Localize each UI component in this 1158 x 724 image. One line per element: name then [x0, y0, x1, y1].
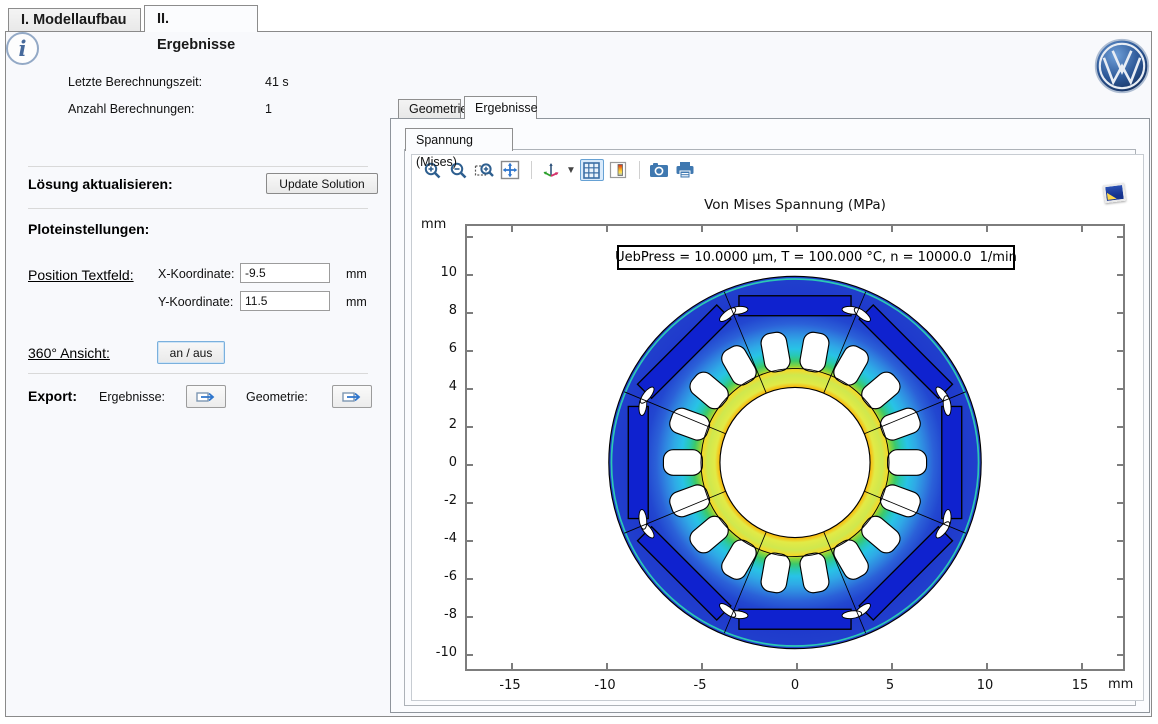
x-tick-label: 15: [1060, 678, 1100, 693]
results-groupbox: Spannung (Mises): [390, 118, 1150, 713]
divider: [28, 166, 368, 167]
x-tick-label: -10: [585, 678, 625, 693]
axis-dropdown-caret[interactable]: ▼: [566, 165, 576, 176]
x-tick-label: 10: [965, 678, 1005, 693]
tab-ergebnisse[interactable]: II. Ergebnisse: [144, 5, 258, 32]
flux-barrier-hole: [663, 450, 702, 476]
parameter-annotation: UebPress = 10.0000 µm, T = 100.000 °C, n…: [617, 245, 1015, 270]
tab-modellaufbau[interactable]: I. Modellaufbau: [8, 8, 141, 32]
tab-geometrie[interactable]: Geometrie: [398, 99, 461, 119]
x-tick-label: 5: [870, 678, 910, 693]
zoom-box-icon[interactable]: [472, 159, 496, 181]
tab-spannung-mises[interactable]: Spannung (Mises): [405, 128, 513, 151]
calc-count-value: 1: [265, 102, 272, 116]
x-unit-label: mm: [346, 267, 367, 281]
x-coordinate-label: X-Koordinate:: [158, 267, 234, 281]
y-tick-label: -10: [422, 645, 457, 660]
plot-region: ▼: [411, 154, 1144, 701]
magnet: [628, 406, 648, 518]
main-tabbar: I. Modellaufbau II. Ergebnisse: [0, 0, 1158, 31]
x-axis-unit: mm: [1108, 677, 1133, 692]
y-unit-label: mm: [346, 295, 367, 309]
spannung-pane: ▼: [404, 149, 1136, 706]
y-coordinate-label: Y-Koordinate:: [158, 295, 233, 309]
vw-logo: [1094, 38, 1150, 94]
toolbar-separator: [639, 161, 640, 179]
stress-plot-svg: [467, 226, 1123, 669]
magnet: [739, 609, 851, 629]
y-tick-label: -6: [422, 569, 457, 584]
plot-settings-heading: Ploteinstellungen:: [28, 221, 149, 237]
y-tick-label: -8: [422, 607, 457, 622]
export-heading: Export:: [28, 388, 77, 404]
divider: [28, 208, 368, 209]
y-axis-unit: mm: [421, 217, 446, 232]
print-icon[interactable]: [673, 159, 697, 181]
main-content: i Letzte Berechnungszeit: 41 s Anzahl Be…: [5, 31, 1152, 717]
x-coordinate-input[interactable]: [240, 263, 330, 283]
y-tick-label: 0: [422, 455, 457, 470]
y-tick-label: 10: [422, 265, 457, 280]
export-icon: [342, 390, 362, 404]
y-tick-label: 6: [422, 341, 457, 356]
x-tick-label: 0: [775, 678, 815, 693]
zoom-extents-icon[interactable]: [498, 159, 522, 181]
app-window: I. Modellaufbau II. Ergebnisse i Letzte …: [0, 0, 1158, 724]
snapshot-icon[interactable]: [647, 159, 671, 181]
y-tick-label: -4: [422, 531, 457, 546]
export-results-button[interactable]: [186, 385, 226, 408]
magnet: [739, 296, 851, 316]
export-icon: [196, 390, 216, 404]
magnet: [942, 406, 962, 518]
toolbar-separator: [531, 161, 532, 179]
export-geometry-label: Geometrie:: [246, 390, 308, 404]
tab-ergebnisse-plot[interactable]: Ergebnisse: [464, 96, 537, 119]
export-results-label: Ergebnisse:: [99, 390, 165, 404]
shaft-bore: [720, 387, 870, 537]
update-solution-button[interactable]: Update Solution: [266, 173, 378, 194]
view360-toggle-button[interactable]: an / aus: [157, 341, 225, 364]
divider: [28, 373, 368, 374]
export-geometry-button[interactable]: [332, 385, 372, 408]
flux-barrier-hole: [888, 450, 927, 476]
position-textfield-label: Position Textfeld:: [28, 267, 134, 283]
calc-count-label: Anzahl Berechnungen:: [68, 102, 194, 116]
color-legend-icon[interactable]: [606, 159, 630, 181]
x-tick-label: -5: [680, 678, 720, 693]
y-tick-label: 4: [422, 379, 457, 394]
plot-frame[interactable]: [465, 224, 1125, 671]
view360-label: 360° Ansicht:: [28, 345, 110, 361]
solution-heading: Lösung aktualisieren:: [28, 176, 173, 192]
y-tick-label: 8: [422, 303, 457, 318]
plot-toolbar: ▼: [412, 155, 1143, 185]
x-tick-label: -15: [490, 678, 530, 693]
plot-title: Von Mises Spannung (MPa): [465, 197, 1125, 213]
calc-time-value: 41 s: [265, 75, 289, 89]
info-icon: i: [6, 32, 39, 65]
axis-orientation-icon[interactable]: [539, 159, 563, 181]
y-tick-label: 2: [422, 417, 457, 432]
calc-time-label: Letzte Berechnungszeit:: [68, 75, 202, 89]
y-tick-label: -2: [422, 493, 457, 508]
y-coordinate-input[interactable]: [240, 291, 330, 311]
grid-icon[interactable]: [580, 159, 604, 181]
